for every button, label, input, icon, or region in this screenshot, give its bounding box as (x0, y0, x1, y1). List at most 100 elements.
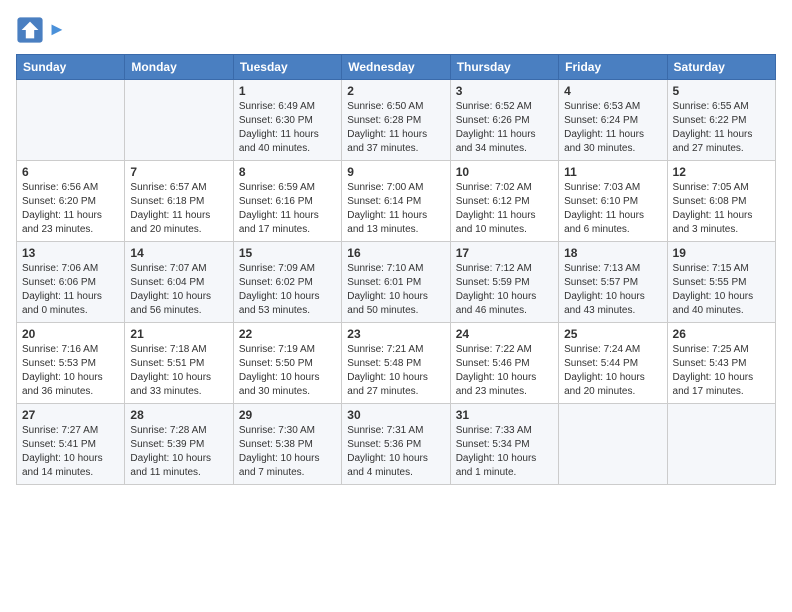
day-number: 26 (673, 327, 770, 341)
day-number: 16 (347, 246, 444, 260)
weekday-header: Monday (125, 55, 233, 80)
calendar-cell: 10Sunrise: 7:02 AM Sunset: 6:12 PM Dayli… (450, 161, 558, 242)
calendar-cell: 6 Sunrise: 6:56 AM Sunset: 6:20 PM Daylig… (17, 161, 125, 242)
day-info: Sunrise: 6:52 AM Sunset: 6:26 PM Dayligh… (456, 100, 553, 156)
day-number: 11 (564, 165, 661, 179)
day-info: Sunrise: 7:13 AM Sunset: 5:57 PM Dayligh… (564, 262, 661, 318)
day-info: Sunrise: 7:09 AM Sunset: 6:02 PM Dayligh… (239, 262, 336, 318)
calendar-cell: 2 Sunrise: 6:50 AM Sunset: 6:28 PM Daylig… (342, 80, 450, 161)
calendar-cell: 9 Sunrise: 7:00 AM Sunset: 6:14 PM Daylig… (342, 161, 450, 242)
calendar-cell: 7Sunrise: 6:57 AM Sunset: 6:18 PM Daylig… (125, 161, 233, 242)
day-info: Sunrise: 7:03 AM Sunset: 6:10 PM Dayligh… (564, 181, 661, 237)
day-info: Sunrise: 7:10 AM Sunset: 6:01 PM Dayligh… (347, 262, 444, 318)
day-info: Sunrise: 7:28 AM Sunset: 5:39 PM Dayligh… (130, 424, 227, 480)
day-info: Sunrise: 7:33 AM Sunset: 5:34 PM Dayligh… (456, 424, 553, 480)
day-info: Sunrise: 7:27 AM Sunset: 5:41 PM Dayligh… (22, 424, 119, 480)
day-info: Sunrise: 6:49 AM Sunset: 6:30 PM Dayligh… (239, 100, 336, 156)
weekday-header-row: SundayMondayTuesdayWednesdayThursdayFrid… (17, 55, 776, 80)
logo-text: ► (48, 20, 66, 40)
day-info: Sunrise: 7:00 AM Sunset: 6:14 PM Dayligh… (347, 181, 444, 237)
day-number: 1 (239, 84, 336, 98)
day-number: 23 (347, 327, 444, 341)
calendar-cell: 1 Sunrise: 6:49 AM Sunset: 6:30 PM Daylig… (233, 80, 341, 161)
calendar-cell: 26Sunrise: 7:25 AM Sunset: 5:43 PM Dayli… (667, 323, 775, 404)
day-number: 13 (22, 246, 119, 260)
day-number: 14 (130, 246, 227, 260)
day-info: Sunrise: 7:15 AM Sunset: 5:55 PM Dayligh… (673, 262, 770, 318)
calendar-week-row: 27 Sunrise: 7:27 AM Sunset: 5:41 PM Dayli… (17, 404, 776, 485)
day-number: 22 (239, 327, 336, 341)
calendar-cell: 4 Sunrise: 6:53 AM Sunset: 6:24 PM Daylig… (559, 80, 667, 161)
day-number: 12 (673, 165, 770, 179)
calendar-cell (667, 404, 775, 485)
calendar-cell: 18 Sunrise: 7:13 AM Sunset: 5:57 PM Dayli… (559, 242, 667, 323)
day-info: Sunrise: 7:31 AM Sunset: 5:36 PM Dayligh… (347, 424, 444, 480)
day-number: 27 (22, 408, 119, 422)
calendar-cell: 31 Sunrise: 7:33 AM Sunset: 5:34 PM Dayli… (450, 404, 558, 485)
day-info: Sunrise: 6:55 AM Sunset: 6:22 PM Dayligh… (673, 100, 770, 156)
day-number: 7 (130, 165, 227, 179)
calendar-table: SundayMondayTuesdayWednesdayThursdayFrid… (16, 54, 776, 485)
day-number: 21 (130, 327, 227, 341)
day-number: 28 (130, 408, 227, 422)
calendar-cell: 20 Sunrise: 7:16 AM Sunset: 5:53 PM Dayli… (17, 323, 125, 404)
weekday-header: Wednesday (342, 55, 450, 80)
weekday-header: Saturday (667, 55, 775, 80)
day-number: 30 (347, 408, 444, 422)
calendar-cell: 17Sunrise: 7:12 AM Sunset: 5:59 PM Dayli… (450, 242, 558, 323)
calendar-cell: 11 Sunrise: 7:03 AM Sunset: 6:10 PM Dayli… (559, 161, 667, 242)
day-info: Sunrise: 7:19 AM Sunset: 5:50 PM Dayligh… (239, 343, 336, 399)
logo: ► (16, 16, 66, 44)
day-info: Sunrise: 7:21 AM Sunset: 5:48 PM Dayligh… (347, 343, 444, 399)
day-info: Sunrise: 7:06 AM Sunset: 6:06 PM Dayligh… (22, 262, 119, 318)
calendar-cell (17, 80, 125, 161)
day-info: Sunrise: 7:22 AM Sunset: 5:46 PM Dayligh… (456, 343, 553, 399)
day-number: 4 (564, 84, 661, 98)
calendar-week-row: 6 Sunrise: 6:56 AM Sunset: 6:20 PM Daylig… (17, 161, 776, 242)
calendar-cell: 16 Sunrise: 7:10 AM Sunset: 6:01 PM Dayli… (342, 242, 450, 323)
calendar-cell: 13 Sunrise: 7:06 AM Sunset: 6:06 PM Dayli… (17, 242, 125, 323)
day-info: Sunrise: 7:16 AM Sunset: 5:53 PM Dayligh… (22, 343, 119, 399)
page-header: ► (16, 16, 776, 44)
weekday-header: Sunday (17, 55, 125, 80)
calendar-cell: 24 Sunrise: 7:22 AM Sunset: 5:46 PM Dayli… (450, 323, 558, 404)
day-info: Sunrise: 6:56 AM Sunset: 6:20 PM Dayligh… (22, 181, 119, 237)
day-number: 5 (673, 84, 770, 98)
calendar-cell: 23 Sunrise: 7:21 AM Sunset: 5:48 PM Dayli… (342, 323, 450, 404)
day-info: Sunrise: 6:50 AM Sunset: 6:28 PM Dayligh… (347, 100, 444, 156)
day-number: 25 (564, 327, 661, 341)
day-info: Sunrise: 7:18 AM Sunset: 5:51 PM Dayligh… (130, 343, 227, 399)
calendar-cell: 5 Sunrise: 6:55 AM Sunset: 6:22 PM Daylig… (667, 80, 775, 161)
day-info: Sunrise: 7:12 AM Sunset: 5:59 PM Dayligh… (456, 262, 553, 318)
calendar-cell: 3 Sunrise: 6:52 AM Sunset: 6:26 PM Daylig… (450, 80, 558, 161)
calendar-week-row: 20 Sunrise: 7:16 AM Sunset: 5:53 PM Dayli… (17, 323, 776, 404)
day-number: 29 (239, 408, 336, 422)
calendar-cell: 27 Sunrise: 7:27 AM Sunset: 5:41 PM Dayli… (17, 404, 125, 485)
weekday-header: Tuesday (233, 55, 341, 80)
day-number: 19 (673, 246, 770, 260)
day-number: 20 (22, 327, 119, 341)
calendar-cell: 22 Sunrise: 7:19 AM Sunset: 5:50 PM Dayli… (233, 323, 341, 404)
weekday-header: Thursday (450, 55, 558, 80)
day-info: Sunrise: 7:02 AM Sunset: 6:12 PM Dayligh… (456, 181, 553, 237)
calendar-cell (559, 404, 667, 485)
day-number: 15 (239, 246, 336, 260)
calendar-cell: 19 Sunrise: 7:15 AM Sunset: 5:55 PM Dayli… (667, 242, 775, 323)
calendar-cell: 14 Sunrise: 7:07 AM Sunset: 6:04 PM Dayli… (125, 242, 233, 323)
calendar-cell: 8Sunrise: 6:59 AM Sunset: 6:16 PM Daylig… (233, 161, 341, 242)
day-info: Sunrise: 7:05 AM Sunset: 6:08 PM Dayligh… (673, 181, 770, 237)
day-number: 18 (564, 246, 661, 260)
day-info: Sunrise: 6:53 AM Sunset: 6:24 PM Dayligh… (564, 100, 661, 156)
day-number: 2 (347, 84, 444, 98)
day-info: Sunrise: 7:07 AM Sunset: 6:04 PM Dayligh… (130, 262, 227, 318)
calendar-cell: 28 Sunrise: 7:28 AM Sunset: 5:39 PM Dayli… (125, 404, 233, 485)
day-number: 3 (456, 84, 553, 98)
day-info: Sunrise: 6:59 AM Sunset: 6:16 PM Dayligh… (239, 181, 336, 237)
day-info: Sunrise: 7:30 AM Sunset: 5:38 PM Dayligh… (239, 424, 336, 480)
day-number: 9 (347, 165, 444, 179)
day-number: 31 (456, 408, 553, 422)
day-number: 24 (456, 327, 553, 341)
calendar-cell: 15 Sunrise: 7:09 AM Sunset: 6:02 PM Dayli… (233, 242, 341, 323)
calendar-cell: 12 Sunrise: 7:05 AM Sunset: 6:08 PM Dayli… (667, 161, 775, 242)
day-number: 6 (22, 165, 119, 179)
